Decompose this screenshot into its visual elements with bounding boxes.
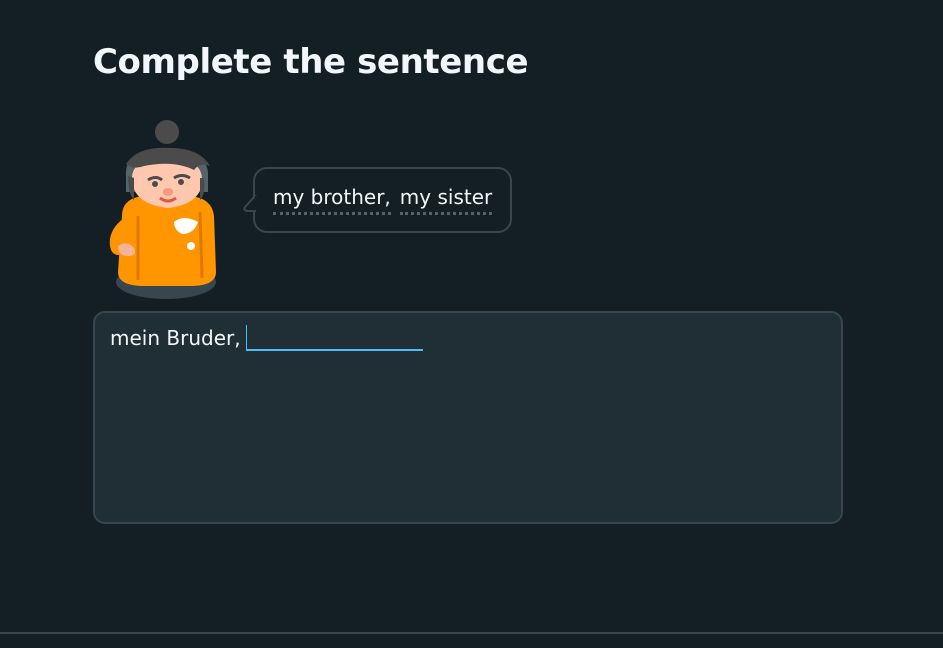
answer-box[interactable]: mein Bruder, [93, 311, 843, 524]
page-title: Complete the sentence [93, 42, 529, 82]
answer-line: mein Bruder, [110, 325, 423, 351]
bubble-tail-icon [243, 195, 265, 212]
hint-word-my-sister[interactable]: my sister [399, 186, 493, 215]
character-avatar-icon [104, 120, 228, 302]
hint-word-my-brother[interactable]: my brother, [273, 186, 391, 215]
speech-bubble: my brother, my sister [243, 167, 513, 233]
answer-blank-input[interactable] [245, 325, 423, 351]
footer-divider [0, 632, 943, 634]
sentence-prefix: mein Bruder, [110, 326, 241, 350]
hint-phrase: my brother, my sister [273, 186, 493, 215]
